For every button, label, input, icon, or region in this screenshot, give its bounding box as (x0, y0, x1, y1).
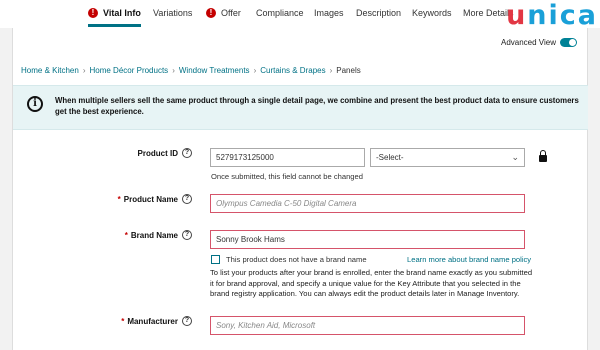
tab-compliance[interactable]: Compliance (256, 0, 304, 28)
breadcrumb-item[interactable]: Window Treatments (179, 66, 250, 75)
brand-name-input[interactable]: Sonny Brook Hams (210, 230, 525, 249)
required-mark: * (124, 231, 128, 241)
warning-icon: ! (206, 7, 216, 18)
tab-offer[interactable]: ! Offer (206, 0, 241, 28)
tab-label: Images (314, 8, 344, 18)
chevron-right-icon: › (172, 66, 175, 75)
breadcrumb-item[interactable]: Curtains & Drapes (260, 66, 325, 75)
brand-instructions: To list your products after your brand i… (210, 268, 533, 298)
tab-label: Keywords (412, 8, 452, 18)
product-id-label: Product ID? (138, 148, 192, 159)
help-icon[interactable]: ? (182, 194, 192, 204)
tab-label: Vital Info (103, 8, 141, 18)
product-id-input[interactable]: 5279173125000 (210, 148, 365, 167)
advanced-view-toggle[interactable]: Advanced View (501, 38, 577, 48)
tab-images[interactable]: Images (314, 0, 344, 28)
help-icon[interactable]: ? (182, 148, 192, 158)
chevron-right-icon: › (329, 66, 333, 75)
chevron-right-icon: › (253, 66, 257, 75)
manufacturer-label: * Manufacturer? (121, 316, 192, 327)
no-brand-label: This product does not have a brand name (226, 255, 367, 264)
toggle-switch[interactable] (560, 38, 577, 48)
breadcrumb-item[interactable]: Home Décor Products (89, 66, 168, 75)
product-id-type-select[interactable]: -Select- ⌄ (370, 148, 525, 167)
tab-label: Offer (221, 8, 241, 18)
tab-label: Description (356, 8, 402, 18)
product-name-input[interactable]: Olympus Camedia C-50 Digital Camera (210, 194, 525, 213)
chevron-right-icon: › (82, 66, 86, 75)
lock-icon (539, 150, 547, 162)
tab-variations[interactable]: Variations (153, 0, 192, 28)
breadcrumb-current: Panels (336, 66, 361, 75)
manufacturer-input[interactable]: Sony, Kitchen Aid, Microsoft (210, 316, 525, 335)
product-name-label: * Product Name? (117, 194, 192, 205)
product-id-note: Once submitted, this field cannot be cha… (211, 172, 363, 181)
tab-label: Variations (153, 8, 193, 18)
breadcrumb-item[interactable]: Home & Kitchen (21, 66, 79, 75)
info-banner: i When multiple sellers sell the same pr… (13, 85, 588, 130)
info-icon: i (27, 96, 43, 112)
tab-label: Compliance (256, 8, 304, 18)
main-panel: Advanced View Home & Kitchen › Home Décor … (12, 28, 588, 350)
brand-policy-link[interactable]: Learn more about brand name policy (407, 255, 531, 264)
tab-description[interactable]: Description (356, 0, 401, 28)
warning-icon: ! (88, 7, 98, 18)
tab-keywords[interactable]: Keywords (412, 0, 452, 28)
tab-vital-info[interactable]: ! Vital Info (88, 0, 141, 28)
required-mark: * (117, 195, 121, 205)
help-icon[interactable]: ? (182, 230, 192, 240)
brand-name-label: * Brand Name? (124, 230, 192, 241)
breadcrumb: Home & Kitchen › Home Décor Products › Windo… (21, 66, 361, 75)
advanced-view-label: Advanced View (501, 38, 556, 47)
info-text: When multiple sellers sell the same prod… (55, 96, 579, 116)
required-mark: * (121, 317, 125, 327)
chevron-down-icon: ⌄ (511, 152, 519, 162)
no-brand-checkbox[interactable] (211, 255, 220, 264)
help-icon[interactable]: ? (182, 316, 192, 326)
